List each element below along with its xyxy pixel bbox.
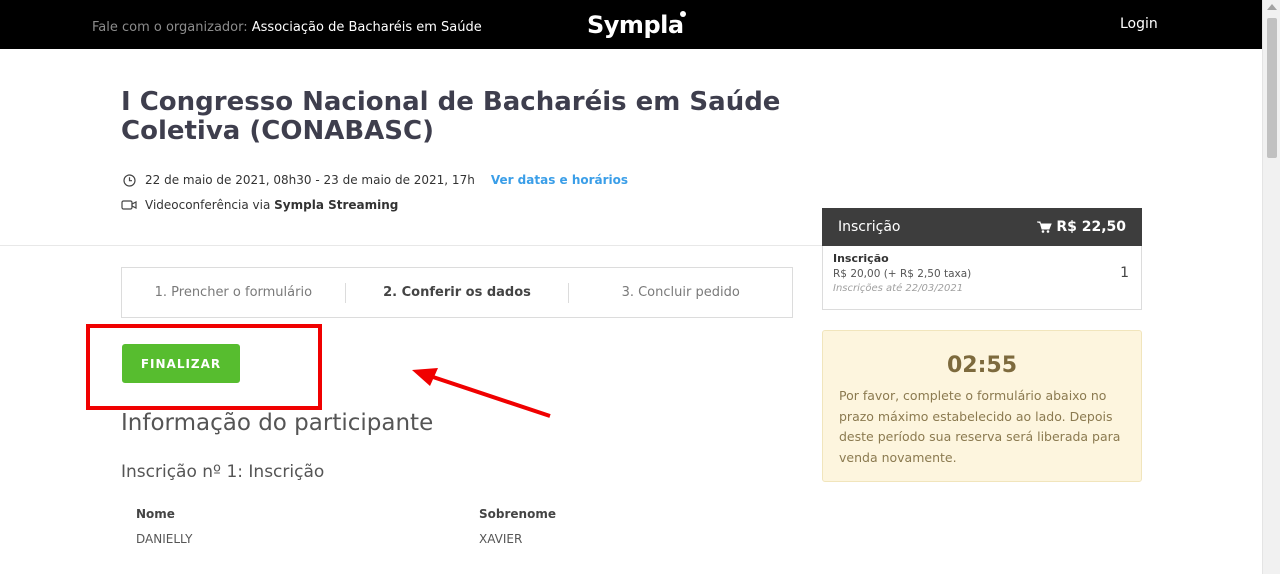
participant-section-title: Informação do participante <box>121 410 434 436</box>
finalize-button[interactable]: FINALIZAR <box>122 344 240 383</box>
video-camera-icon <box>121 197 137 213</box>
event-place-prefix: Videoconferência via <box>145 198 271 212</box>
step-1: 1. Prencher o formulário <box>154 285 313 300</box>
last-name-value: XAVIER <box>479 532 523 546</box>
page-scrollbar[interactable] <box>1262 0 1280 574</box>
event-place-name: Sympla Streaming <box>274 198 399 212</box>
checkout-steps: 1. Prencher o formulário 2. Conferir os … <box>121 267 793 318</box>
sympla-logo[interactable]: Sympla <box>587 11 686 39</box>
cart-icon <box>1037 221 1053 233</box>
countdown-timer: 02:55 <box>946 353 1018 378</box>
logo-text: Sympla <box>587 11 684 39</box>
event-date-row: 22 de maio de 2021, 08h30 - 23 de maio d… <box>121 172 628 188</box>
event-title: I Congresso Nacional de Bacharéis em Saú… <box>121 87 781 146</box>
organizer-name[interactable]: Associação de Bacharéis em Saúde <box>252 20 482 35</box>
item-quantity: 1 <box>1120 265 1129 281</box>
see-dates-link[interactable]: Ver datas e horários <box>491 173 628 187</box>
scroll-thumb[interactable] <box>1267 18 1277 158</box>
first-name-label: Nome <box>136 507 175 521</box>
step-2-active: 2. Conferir os dados <box>383 285 531 300</box>
first-name-value: DANIELLY <box>136 532 193 546</box>
event-place-row: Videoconferência via Sympla Streaming <box>121 197 398 213</box>
organizer-prefix: Fale com o organizador: <box>92 20 252 35</box>
item-price: R$ 20,00 (+ R$ 2,50 taxa) <box>833 268 972 280</box>
reservation-timer-panel: 02:55 Por favor, complete o formulário a… <box>822 330 1142 482</box>
clock-icon <box>121 172 137 188</box>
timer-message: Por favor, complete o formulário abaixo … <box>839 388 1121 465</box>
scroll-up-arrow-icon[interactable] <box>1267 4 1277 10</box>
item-deadline: Inscrições até 22/03/2021 <box>833 283 964 294</box>
registration-title: Inscrição nº 1: Inscrição <box>121 462 325 482</box>
last-name-label: Sobrenome <box>479 507 556 521</box>
summary-total-value: R$ 22,50 <box>1056 219 1126 235</box>
order-summary-header: Inscrição R$ 22,50 <box>822 208 1142 246</box>
login-link[interactable]: Login <box>1120 16 1158 32</box>
organizer-contact[interactable]: Fale com o organizador: Associação de Ba… <box>92 20 482 35</box>
top-bar: Fale com o organizador: Associação de Ba… <box>0 0 1262 49</box>
summary-total: R$ 22,50 <box>1037 219 1126 235</box>
order-summary-item: Inscrição R$ 20,00 (+ R$ 2,50 taxa) Insc… <box>822 246 1142 310</box>
step-3: 3. Concluir pedido <box>621 285 740 300</box>
header-divider <box>0 245 822 246</box>
logo-dot <box>679 11 686 17</box>
event-date: 22 de maio de 2021, 08h30 - 23 de maio d… <box>145 173 475 187</box>
item-name: Inscrição <box>833 252 889 265</box>
summary-header-label: Inscrição <box>838 219 901 235</box>
